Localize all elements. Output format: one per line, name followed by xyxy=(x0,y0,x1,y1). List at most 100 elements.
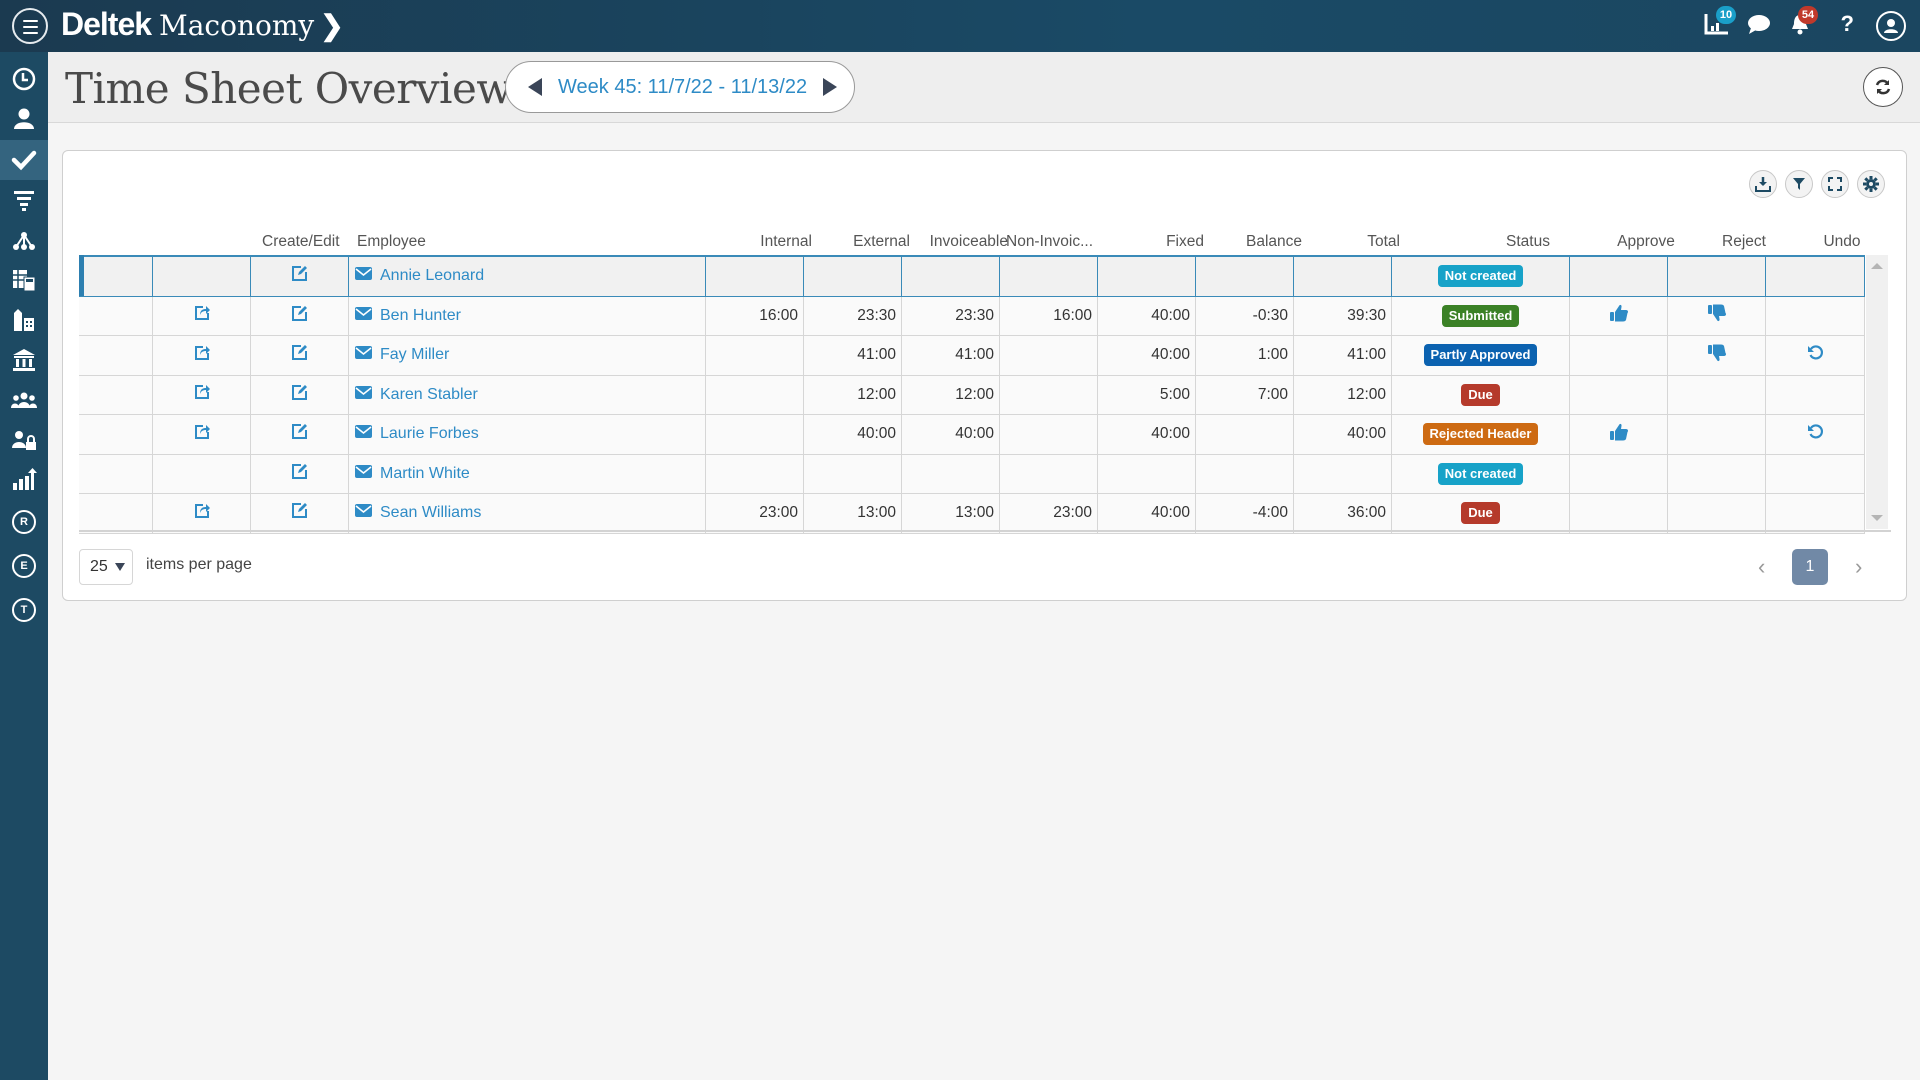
employee-link[interactable]: Fay Miller xyxy=(380,346,449,364)
hours-value: 12:00 xyxy=(857,385,896,403)
column-header-fixed[interactable]: Fixed xyxy=(1166,229,1204,255)
sidebar-item-e[interactable]: E xyxy=(0,546,48,586)
edit-icon[interactable] xyxy=(291,305,308,327)
email-icon[interactable] xyxy=(355,464,372,483)
cell-undo xyxy=(1766,415,1865,454)
sidebar-item-time[interactable] xyxy=(0,59,48,99)
sidebar-item-user-lock[interactable] xyxy=(0,420,48,460)
column-header-non-invoiceable[interactable]: Non-Invoic... xyxy=(1006,229,1093,255)
fullscreen-button[interactable] xyxy=(1821,170,1849,198)
sidebar-item-team[interactable] xyxy=(0,380,48,420)
open-timesheet-icon[interactable] xyxy=(194,424,210,445)
column-header-balance[interactable]: Balance xyxy=(1246,229,1302,255)
cell-edit xyxy=(251,296,349,335)
items-per-page-select[interactable]: 25 xyxy=(79,549,133,585)
employee-link[interactable]: Sean Williams xyxy=(380,504,481,522)
app-brand-link[interactable]: Deltek Maconomy ❯ xyxy=(61,6,344,43)
email-icon[interactable] xyxy=(355,306,372,325)
sidebar-item-person[interactable] xyxy=(0,99,48,139)
undo-icon[interactable] xyxy=(1807,423,1824,445)
user-profile-button[interactable] xyxy=(1876,11,1906,41)
sidebar-item-r[interactable]: R xyxy=(0,502,48,542)
week-label[interactable]: Week 45: 11/7/22 - 11/13/22 xyxy=(558,76,807,99)
e-circle-icon: E xyxy=(12,554,36,578)
employee-link[interactable]: Karen Stabler xyxy=(380,386,478,404)
column-header-undo[interactable]: Undo xyxy=(1793,229,1891,255)
sidebar-item-calculator[interactable] xyxy=(0,260,48,300)
employee-link[interactable]: Ben Hunter xyxy=(380,307,461,325)
export-button[interactable] xyxy=(1749,170,1777,198)
refresh-button[interactable] xyxy=(1863,67,1903,107)
next-week-button[interactable] xyxy=(823,78,838,96)
help-button[interactable]: ? xyxy=(1841,12,1854,36)
open-timesheet-icon[interactable] xyxy=(194,503,210,524)
cell-total xyxy=(1294,454,1392,493)
sidebar-item-buildings[interactable] xyxy=(0,300,48,340)
thumbs-down-icon[interactable] xyxy=(1707,344,1727,367)
sidebar-item-filter[interactable] xyxy=(0,180,48,220)
thumbs-up-icon[interactable] xyxy=(1609,423,1629,446)
open-timesheet-icon[interactable] xyxy=(194,305,210,326)
cell-invoiceable: 13:00 xyxy=(902,494,1000,533)
vertical-scrollbar[interactable] xyxy=(1866,255,1888,529)
scroll-down-arrow-icon[interactable] xyxy=(1871,515,1883,521)
hours-value: -0:30 xyxy=(1252,306,1288,324)
table-row[interactable]: Martin White Not created xyxy=(79,454,1865,494)
previous-week-button[interactable] xyxy=(528,78,542,96)
column-header-create-edit[interactable]: Create/Edit xyxy=(262,229,340,255)
employee-link[interactable]: Annie Leonard xyxy=(380,267,484,285)
cell-balance: 1:00 xyxy=(1196,336,1294,375)
email-icon[interactable] xyxy=(355,346,372,364)
table-row[interactable]: Annie Leonard Not created xyxy=(79,255,1865,297)
email-icon[interactable] xyxy=(355,425,372,443)
org-tree-icon xyxy=(13,232,35,250)
edit-icon[interactable] xyxy=(291,463,308,485)
cell-internal xyxy=(706,454,804,493)
edit-icon[interactable] xyxy=(291,502,308,524)
edit-icon[interactable] xyxy=(291,265,308,287)
thumbs-up-icon[interactable] xyxy=(1609,304,1629,327)
open-timesheet-icon[interactable] xyxy=(194,384,210,405)
filter-button[interactable] xyxy=(1785,170,1813,198)
column-header-reject[interactable]: Reject xyxy=(1695,229,1793,255)
page-1-button[interactable]: 1 xyxy=(1792,549,1828,585)
status-badge: Due xyxy=(1461,383,1500,406)
undo-icon[interactable] xyxy=(1807,344,1824,366)
email-icon[interactable] xyxy=(355,267,372,285)
chat-button[interactable] xyxy=(1746,12,1772,41)
column-header-external[interactable]: External xyxy=(853,229,910,255)
column-header-status[interactable]: Status xyxy=(1458,229,1598,255)
column-header-approve[interactable]: Approve xyxy=(1597,229,1695,255)
employee-link[interactable]: Martin White xyxy=(380,465,470,483)
table-row[interactable]: Sean Williams 23:00 13:00 13:00 23:00 40:00 -4… xyxy=(79,494,1865,534)
email-icon[interactable] xyxy=(355,385,372,404)
previous-page-button[interactable]: ‹ xyxy=(1758,553,1765,581)
table-row[interactable]: Karen Stabler 12:00 12:00 5:00 7:00 12:00 Due xyxy=(79,375,1865,415)
thumbs-down-icon[interactable] xyxy=(1707,304,1727,327)
column-header-employee[interactable]: Employee xyxy=(357,229,426,255)
settings-button[interactable] xyxy=(1857,170,1885,198)
sidebar-item-t[interactable]: T xyxy=(0,590,48,630)
sidebar-item-approvals[interactable] xyxy=(0,140,48,180)
column-header-invoiceable[interactable]: Invoiceable xyxy=(930,229,1008,255)
sidebar-item-hierarchy[interactable] xyxy=(0,220,48,260)
sidebar-item-reports[interactable] xyxy=(0,460,48,500)
table-row[interactable]: Laurie Forbes 40:00 40:00 40:00 40:00 Rejecte… xyxy=(79,415,1865,455)
table-row[interactable]: Fay Miller 41:00 41:00 40:00 1:00 41:00 Partly… xyxy=(79,336,1865,376)
scroll-up-arrow-icon[interactable] xyxy=(1871,263,1883,269)
employee-link[interactable]: Laurie Forbes xyxy=(380,425,479,443)
open-timesheet-icon[interactable] xyxy=(194,345,210,366)
edit-icon[interactable] xyxy=(291,384,308,406)
hamburger-menu-button[interactable] xyxy=(12,8,48,44)
sidebar-item-bank[interactable] xyxy=(0,340,48,380)
column-header-internal[interactable]: Internal xyxy=(760,229,812,255)
notifications-button[interactable]: 54 xyxy=(1788,6,1818,41)
edit-icon[interactable] xyxy=(291,423,308,445)
cell-employee: Sean Williams xyxy=(349,494,706,533)
table-row[interactable]: Ben Hunter 16:00 23:30 23:30 16:00 40:00 -0:30… xyxy=(79,296,1865,336)
column-header-total[interactable]: Total xyxy=(1367,229,1400,255)
edit-icon[interactable] xyxy=(291,344,308,366)
analytics-button[interactable]: 10 xyxy=(1704,6,1736,41)
email-icon[interactable] xyxy=(355,504,372,522)
next-page-button[interactable]: › xyxy=(1855,553,1862,581)
